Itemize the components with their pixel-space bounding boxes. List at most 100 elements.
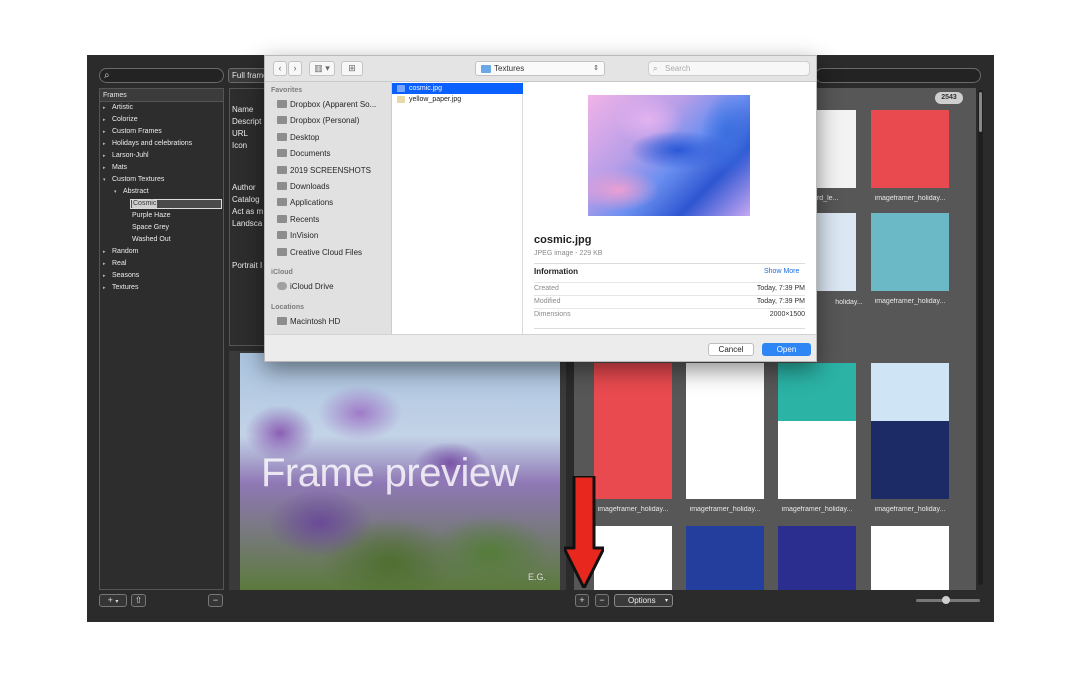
- cloud-icon: [277, 282, 287, 290]
- sidebar-item-invision[interactable]: InVision: [277, 230, 318, 242]
- grid-add-button[interactable]: +: [575, 594, 589, 607]
- sidebar-item-downloads[interactable]: Downloads: [277, 181, 330, 193]
- tree-item-cosmic[interactable]: Cosmic: [100, 198, 223, 210]
- frame-thumbnail[interactable]: [686, 421, 764, 499]
- new-folder-button[interactable]: ⊞: [341, 61, 363, 76]
- detail-label-description: Descript: [232, 117, 262, 126]
- sidebar-item-macintosh-hd[interactable]: Macintosh HD: [277, 316, 340, 328]
- options-label: Options: [628, 596, 656, 605]
- sidebar-item-desktop[interactable]: Desktop: [277, 132, 319, 144]
- frame-thumbnail[interactable]: [594, 526, 672, 590]
- tree-item-holidays-and-celebrations[interactable]: ▸ Holidays and celebrations: [100, 138, 223, 150]
- sidebar-item-applications[interactable]: Applications: [277, 197, 333, 209]
- frame-thumbnail[interactable]: [778, 421, 856, 499]
- remove-frame-button[interactable]: −: [208, 594, 223, 607]
- dialog-sidebar: Favorites Dropbox (Apparent So... Dropbox…: [265, 82, 392, 334]
- share-button[interactable]: ⇧: [131, 594, 146, 607]
- recents-icon: [277, 214, 287, 223]
- view-mode-button[interactable]: ▥ ▾: [309, 61, 335, 76]
- frames-tree: Frames ▸ Artistic ▸ Colorize ▸ Custom Frames ▸…: [99, 88, 224, 590]
- disclosure-closed-icon[interactable]: ▸: [103, 282, 106, 294]
- forward-button[interactable]: ›: [288, 61, 302, 76]
- tree-item-seasons[interactable]: ▸ Seasons: [100, 270, 223, 282]
- open-file-dialog: ‹ › ▥ ▾ ⊞ Textures ⇕ ⌕ Search Favorites …: [264, 55, 817, 362]
- grid-scrollbar[interactable]: [978, 90, 983, 585]
- dialog-search-field[interactable]: ⌕ Search: [648, 61, 810, 76]
- tree-rename-field[interactable]: Cosmic: [130, 199, 222, 209]
- dropbox-icon: [277, 100, 287, 108]
- tree-item-washed-out[interactable]: Washed Out: [100, 234, 223, 246]
- options-dropdown[interactable]: Options ▾: [614, 594, 673, 607]
- tree-item-space-grey[interactable]: Space Grey: [100, 222, 223, 234]
- disclosure-closed-icon[interactable]: ▸: [103, 270, 106, 282]
- open-button[interactable]: Open: [762, 343, 811, 356]
- location-popup[interactable]: Textures ⇕: [475, 61, 605, 76]
- frame-thumbnail[interactable]: [871, 526, 949, 590]
- search-placeholder: Search: [665, 64, 691, 73]
- tree-item-colorize[interactable]: ▸ Colorize: [100, 114, 223, 126]
- frames-search-field[interactable]: ⌕: [99, 68, 224, 83]
- disclosure-closed-icon[interactable]: ▸: [103, 126, 106, 138]
- sidebar-item-documents[interactable]: Documents: [277, 148, 330, 160]
- scrollbar-thumb[interactable]: [979, 92, 982, 132]
- thumbnail-size-slider[interactable]: [916, 596, 980, 604]
- cancel-button[interactable]: Cancel: [708, 343, 754, 356]
- cosmic-thumbnail-image: [588, 95, 750, 216]
- info-row-dimensions: Dimensions 2000×1500: [534, 308, 805, 321]
- grid-remove-button[interactable]: −: [595, 594, 609, 607]
- sidebar-item-dropbox-personal[interactable]: Dropbox (Personal): [277, 115, 359, 127]
- file-row-cosmic[interactable]: cosmic.jpg: [392, 83, 523, 94]
- frame-thumbnail[interactable]: [871, 110, 949, 188]
- plus-icon: +: [107, 595, 113, 605]
- detail-label-landscape: Landsca: [232, 219, 263, 228]
- frame-thumbnail[interactable]: [686, 363, 764, 421]
- sidebar-item-dropbox-apparent-so[interactable]: Dropbox (Apparent So...: [277, 99, 376, 111]
- sidebar-item-2019-screenshots[interactable]: 2019 SCREENSHOTS: [277, 165, 371, 177]
- frame-thumbnail[interactable]: [594, 363, 672, 421]
- frame-thumbnail[interactable]: [778, 526, 856, 590]
- show-more-link[interactable]: Show More: [764, 268, 799, 275]
- disclosure-closed-icon[interactable]: ▸: [103, 150, 106, 162]
- frame-thumbnail[interactable]: [594, 421, 672, 499]
- tree-item-random[interactable]: ▸ Random: [100, 246, 223, 258]
- file-row-yellow-paper[interactable]: yellow_paper.jpg: [392, 94, 523, 105]
- tree-item-abstract[interactable]: ▾ Abstract: [100, 186, 223, 198]
- disclosure-closed-icon[interactable]: ▸: [103, 162, 106, 174]
- tree-item-label: Larson-Juhl: [112, 152, 149, 159]
- frame-thumbnail[interactable]: [686, 526, 764, 590]
- sidebar-item-creative-cloud-files[interactable]: Creative Cloud Files: [277, 247, 362, 259]
- tree-item-mats[interactable]: ▸ Mats: [100, 162, 223, 174]
- tree-item-real[interactable]: ▸ Real: [100, 258, 223, 270]
- disclosure-closed-icon[interactable]: ▸: [103, 114, 106, 126]
- image-file-icon: [397, 96, 405, 103]
- sidebar-item-icloud-drive[interactable]: iCloud Drive: [277, 281, 334, 293]
- frame-thumbnail[interactable]: [871, 213, 949, 291]
- frame-preview-label: Frame preview: [261, 451, 520, 495]
- tree-item-purple-haze[interactable]: Purple Haze: [100, 210, 223, 222]
- tree-item-larson-juhl[interactable]: ▸ Larson-Juhl: [100, 150, 223, 162]
- slider-knob[interactable]: [942, 596, 950, 604]
- folder-icon: [277, 231, 287, 240]
- tree-item-textures[interactable]: ▸ Textures: [100, 282, 223, 294]
- tree-item-label: Holidays and celebrations: [112, 140, 193, 147]
- disclosure-open-icon[interactable]: ▾: [114, 186, 117, 198]
- frame-thumbnail[interactable]: [778, 363, 856, 421]
- tree-item-custom-frames[interactable]: ▸ Custom Frames: [100, 126, 223, 138]
- documents-folder-icon: [277, 149, 287, 158]
- disclosure-open-icon[interactable]: ▾: [103, 174, 106, 186]
- frame-thumbnail[interactable]: [871, 421, 949, 499]
- disclosure-closed-icon[interactable]: ▸: [103, 138, 106, 150]
- disclosure-closed-icon[interactable]: ▸: [103, 258, 106, 270]
- file-info-pane: cosmic.jpg JPEG image - 229 KB Informati…: [523, 82, 816, 334]
- back-button[interactable]: ‹: [273, 61, 287, 76]
- disclosure-closed-icon[interactable]: ▸: [103, 246, 106, 258]
- grid-search-field[interactable]: [815, 68, 981, 83]
- tree-item-custom-textures[interactable]: ▾ Custom Textures: [100, 174, 223, 186]
- sidebar-item-recents[interactable]: Recents: [277, 214, 319, 226]
- hard-drive-icon: [277, 317, 287, 325]
- disclosure-closed-icon[interactable]: ▸: [103, 102, 106, 114]
- add-frame-menu-button[interactable]: + ▾: [99, 594, 127, 607]
- detail-label-icon: Icon: [232, 141, 248, 150]
- tree-item-artistic[interactable]: ▸ Artistic: [100, 102, 223, 114]
- frame-thumbnail[interactable]: [871, 363, 949, 421]
